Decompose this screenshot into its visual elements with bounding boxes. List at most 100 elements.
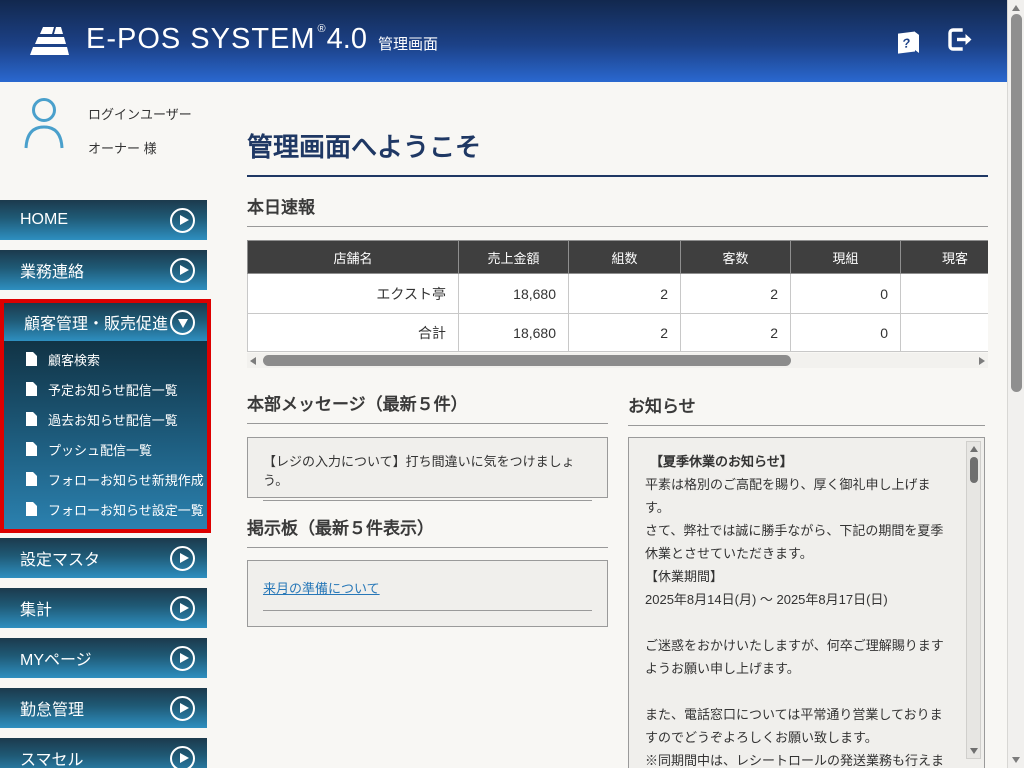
sidebar-item-my-page[interactable]: MYページ: [0, 638, 207, 678]
login-user-label: ログインユーザー: [88, 104, 192, 123]
submenu-item-label: フォローお知らせ新規作成: [48, 470, 204, 489]
sidebar-item-attendance[interactable]: 勤怠管理: [0, 688, 207, 728]
chevron-right-circle-icon: [170, 746, 195, 768]
groups-cell: 2: [569, 274, 681, 314]
notice-heading: お知らせ: [628, 392, 985, 426]
flash-report-table-container: 店舗名 売上金額 組数 客数 現組 現客 エクスト亭 18,680 2 2 0 …: [247, 240, 988, 352]
chevron-right-circle-icon: [170, 696, 195, 721]
notice-line: さて、弊社では誠に勝手ながら、下記の期間を夏季休業とさせていただきます。: [645, 519, 952, 565]
customers-cell: 2: [681, 274, 791, 314]
chevron-right-circle-icon: [170, 596, 195, 621]
scroll-up-arrow-icon[interactable]: [970, 446, 978, 452]
chevron-down-circle-icon: [170, 310, 195, 335]
total-label-cell: 合計: [248, 314, 459, 352]
col-groups: 組数: [569, 241, 681, 274]
sidebar-item-customer-management[interactable]: 顧客管理・販売促進: [4, 303, 207, 341]
chevron-right-circle-icon: [170, 646, 195, 671]
sidebar-item-smacell[interactable]: スマセル: [0, 738, 207, 768]
sidebar-item-label: スマセル: [20, 746, 84, 768]
sales-amount-cell: 18,680: [459, 274, 569, 314]
sidebar-item-label: MYページ: [20, 646, 92, 670]
chevron-right-circle-icon: [170, 208, 195, 233]
hq-message-box: 【レジの入力について】打ち間違いに気をつけましょう。: [247, 437, 608, 498]
login-user-block: ログインユーザー オーナー 様: [22, 96, 192, 157]
flash-report-table: 店舗名 売上金額 組数 客数 現組 現客 エクスト亭 18,680 2 2 0 …: [247, 240, 988, 352]
total-customers-cell: 2: [681, 314, 791, 352]
sidebar-item-label: 設定マスタ: [20, 546, 100, 570]
submenu-item-past-notices[interactable]: 過去お知らせ配信一覧: [4, 404, 207, 434]
notice-line: 2025年8月14日(月) ～ 2025年8月17日(日): [645, 588, 952, 611]
notice-line: [645, 611, 952, 634]
scroll-up-arrow-icon[interactable]: [1012, 5, 1020, 11]
current-customers-cell: [901, 274, 989, 314]
flash-report-heading: 本日速報: [247, 193, 988, 227]
scroll-down-arrow-icon[interactable]: [1012, 757, 1020, 763]
submenu-item-follow-notice-settings[interactable]: フォローお知らせ設定一覧: [4, 494, 207, 524]
col-customers: 客数: [681, 241, 791, 274]
col-sales-amount: 売上金額: [459, 241, 569, 274]
main-content: 管理画面へようこそ 本日速報 店舗名 売上金額 組数 客数 現組 現客 エクスト…: [247, 0, 988, 768]
scroll-down-arrow-icon[interactable]: [970, 748, 978, 754]
sidebar-item-aggregation[interactable]: 集計: [0, 588, 207, 628]
table-total-row: 合計 18,680 2 2 0: [248, 314, 989, 352]
sidebar-item-label: HOME: [20, 211, 68, 229]
hq-message-heading: 本部メッセージ（最新５件）: [247, 390, 608, 424]
notice-line: また、電話窓口については平常通り営業しておりますのでどうぞよろしくお願い致します…: [645, 703, 952, 749]
document-icon: [26, 442, 37, 456]
notice-scroll-thumb[interactable]: [970, 457, 978, 483]
document-icon: [26, 352, 37, 366]
page-scroll-thumb[interactable]: [1011, 14, 1022, 392]
chevron-right-circle-icon: [170, 546, 195, 571]
notice-line: 【休業期間】: [645, 565, 952, 588]
sidebar-item-gyomu-renraku[interactable]: 業務連絡: [0, 250, 207, 290]
sidebar-item-home[interactable]: HOME: [0, 200, 207, 240]
login-user-name: オーナー 様: [88, 138, 192, 157]
notice-line: 平素は格別のご高配を賜り、厚く御礼申し上げます。: [645, 473, 952, 519]
total-sales-cell: 18,680: [459, 314, 569, 352]
customer-management-submenu: 顧客検索 予定お知らせ配信一覧 過去お知らせ配信一覧 プッシュ配信一覧 フォロー…: [4, 341, 207, 529]
submenu-item-label: 予定お知らせ配信一覧: [48, 380, 178, 399]
sidebar-item-label: 顧客管理・販売促進: [24, 310, 168, 334]
page-title: 管理画面へようこそ: [247, 127, 988, 177]
submenu-item-push-list[interactable]: プッシュ配信一覧: [4, 434, 207, 464]
notice-content: 【夏季休業のお知らせ】 平素は格別のご高配を賜り、厚く御礼申し上げます。 さて、…: [645, 450, 952, 768]
table-header-row: 店舗名 売上金額 組数 客数 現組 現客: [248, 241, 989, 274]
scroll-right-arrow-icon[interactable]: [979, 357, 985, 365]
document-icon: [26, 502, 37, 516]
submenu-item-label: フォローお知らせ設定一覧: [48, 500, 204, 519]
total-current-groups-cell: 0: [791, 314, 901, 352]
table-row: エクスト亭 18,680 2 2 0: [248, 274, 989, 314]
col-current-groups: 現組: [791, 241, 901, 274]
col-store-name: 店舗名: [248, 241, 459, 274]
col-current-customers: 現客: [901, 241, 989, 274]
page-vertical-scrollbar[interactable]: [1007, 0, 1024, 768]
notice-box: 【夏季休業のお知らせ】 平素は格別のご高配を賜り、厚く御礼申し上げます。 さて、…: [628, 437, 985, 768]
document-icon: [26, 382, 37, 396]
scroll-left-arrow-icon[interactable]: [250, 357, 256, 365]
sidebar-item-settings-master[interactable]: 設定マスタ: [0, 538, 207, 578]
document-icon: [26, 412, 37, 426]
bulletin-board-link[interactable]: 来月の準備について: [263, 578, 592, 611]
highlighted-menu-group: 顧客管理・販売促進 顧客検索 予定お知らせ配信一覧 過去お知らせ配信一覧: [0, 299, 211, 533]
user-avatar-icon: [22, 96, 66, 157]
total-groups-cell: 2: [569, 314, 681, 352]
notice-line: ※同期間中は、レシートロールの発送業務も行えませんので、: [645, 749, 952, 768]
hq-message-item: 【レジの入力について】打ち間違いに気をつけましょう。: [263, 451, 592, 501]
chevron-right-circle-icon: [170, 258, 195, 283]
epos-logo-icon: [28, 24, 74, 65]
submenu-item-scheduled-notices[interactable]: 予定お知らせ配信一覧: [4, 374, 207, 404]
sidebar-item-label: 勤怠管理: [20, 696, 84, 720]
notice-title: 【夏季休業のお知らせ】: [645, 450, 952, 473]
store-name-cell: エクスト亭: [248, 274, 459, 314]
notice-vertical-scrollbar[interactable]: [966, 441, 981, 759]
submenu-item-label: 過去お知らせ配信一覧: [48, 410, 178, 429]
notice-line: [645, 680, 952, 703]
horizontal-scroll-thumb[interactable]: [263, 355, 791, 366]
submenu-item-follow-notice-create[interactable]: フォローお知らせ新規作成: [4, 464, 207, 494]
submenu-item-label: プッシュ配信一覧: [48, 440, 152, 459]
sidebar-item-label: 業務連絡: [20, 258, 84, 282]
document-icon: [26, 472, 37, 486]
current-groups-cell: 0: [791, 274, 901, 314]
submenu-item-customer-search[interactable]: 顧客検索: [4, 344, 207, 374]
table-horizontal-scrollbar[interactable]: [247, 353, 988, 368]
